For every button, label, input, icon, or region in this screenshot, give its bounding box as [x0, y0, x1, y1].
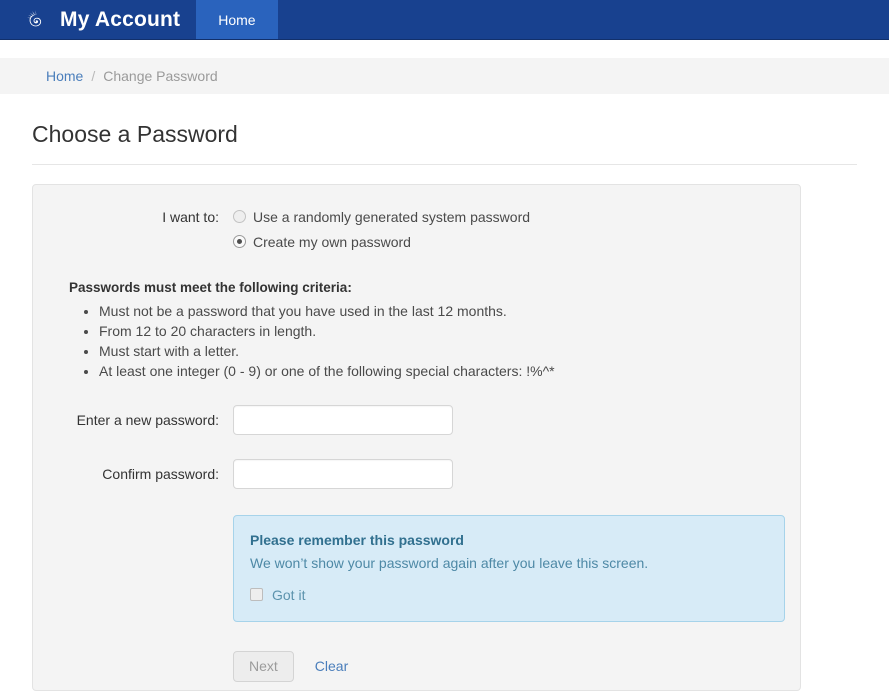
- want-to-label: I want to:: [162, 208, 219, 225]
- alert-title: Please remember this password: [250, 531, 464, 548]
- page-title: Choose a Password: [32, 121, 238, 147]
- clear-link[interactable]: Clear: [315, 658, 348, 674]
- nav-tab-home[interactable]: Home: [196, 0, 278, 39]
- radio-option-own-password[interactable]: Create my own password: [233, 232, 782, 252]
- password-mode-radio-group: Use a randomly generated system password…: [233, 207, 782, 252]
- new-password-label: Enter a new password:: [76, 411, 219, 428]
- remember-password-alert-row: Please remember this password We won’t s…: [51, 514, 785, 622]
- page-body: Choose a Password I want to: Use a rando…: [0, 121, 889, 691]
- new-password-row: Enter a new password:: [51, 404, 782, 435]
- got-it-label[interactable]: Got it: [272, 585, 305, 605]
- want-to-row: I want to: Use a randomly generated syst…: [51, 207, 782, 252]
- title-divider: [32, 163, 857, 165]
- password-criteria: Passwords must meet the following criter…: [69, 278, 782, 381]
- criteria-item: At least one integer (0 - 9) or one of t…: [99, 361, 782, 381]
- breadcrumb: Home / Change Password: [0, 58, 889, 94]
- criteria-item: Must start with a letter.: [99, 341, 782, 361]
- got-it-checkbox-row[interactable]: Got it: [250, 585, 768, 605]
- radio-option-system-password[interactable]: Use a randomly generated system password: [233, 207, 782, 227]
- criteria-list: Must not be a password that you have use…: [69, 301, 782, 381]
- brand[interactable]: My Account: [0, 0, 196, 39]
- remember-password-alert: Please remember this password We won’t s…: [233, 514, 785, 622]
- criteria-heading: Passwords must meet the following criter…: [69, 279, 352, 295]
- nautilus-shell-logo-icon: [27, 9, 42, 26]
- confirm-password-row: Confirm password:: [51, 458, 782, 489]
- radio-system-password-label[interactable]: Use a randomly generated system password: [253, 207, 530, 227]
- next-button[interactable]: Next: [233, 650, 294, 682]
- alert-message: We won’t show your password again after …: [250, 554, 649, 571]
- breadcrumb-link-home[interactable]: Home: [46, 68, 83, 84]
- brand-title: My Account: [60, 8, 181, 31]
- change-password-panel: I want to: Use a randomly generated syst…: [32, 183, 801, 691]
- radio-own-password-label[interactable]: Create my own password: [253, 232, 411, 252]
- actions-row: Next Clear: [51, 650, 782, 682]
- radio-system-password-mark[interactable]: [233, 210, 246, 224]
- confirm-password-input[interactable]: [233, 458, 453, 489]
- breadcrumb-current-change-password: Change Password: [103, 68, 218, 84]
- breadcrumb-separator: /: [91, 68, 96, 84]
- criteria-item: Must not be a password that you have use…: [99, 301, 782, 321]
- new-password-input[interactable]: [233, 404, 453, 435]
- confirm-password-label: Confirm password:: [102, 465, 219, 482]
- got-it-checkbox[interactable]: [250, 588, 263, 602]
- top-navbar: My Account Home: [0, 0, 889, 40]
- actions: Next Clear: [233, 650, 782, 682]
- criteria-item: From 12 to 20 characters in length.: [99, 321, 782, 341]
- radio-own-password-mark[interactable]: [233, 235, 246, 249]
